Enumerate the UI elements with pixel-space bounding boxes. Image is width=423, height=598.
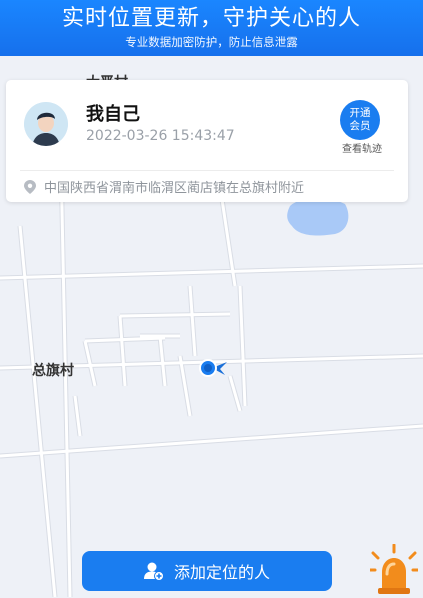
add-person-icon [143,562,164,581]
location-pin-icon [24,179,36,194]
address-text: 中国陕西省渭南市临渭区蔺店镇在总旗村附近 [44,181,305,196]
top-banner: 实时位置更新，守护关心的人 专业数据加密防护，防止信息泄露 [0,0,423,56]
vip-line2: 会员 [349,120,371,132]
map-label-village: 总旗村 [32,363,74,379]
view-track-link[interactable]: 查看轨迹 [342,140,382,155]
banner-subtitle: 专业数据加密防护，防止信息泄露 [125,35,298,49]
avatar [24,102,68,146]
vip-line1: 开通 [349,107,371,119]
location-card[interactable]: 我自己 2022-03-26 15:43:47 开通 会员 查看轨迹 中国陕西省… [6,80,408,202]
alarm-icon[interactable] [368,543,420,598]
divider [20,170,394,171]
vip-button[interactable]: 开通 会员 [340,100,380,140]
add-person-label: 添加定位的人 [173,563,270,582]
banner-title: 实时位置更新，守护关心的人 [61,6,361,31]
user-name: 我自己 [86,104,140,125]
location-timestamp: 2022-03-26 15:43:47 [86,128,235,144]
add-person-button[interactable]: 添加定位的人 [82,551,332,591]
location-marker-icon[interactable] [198,358,228,382]
address-row: 中国陕西省渭南市临渭区蔺店镇在总旗村附近 [24,177,304,196]
